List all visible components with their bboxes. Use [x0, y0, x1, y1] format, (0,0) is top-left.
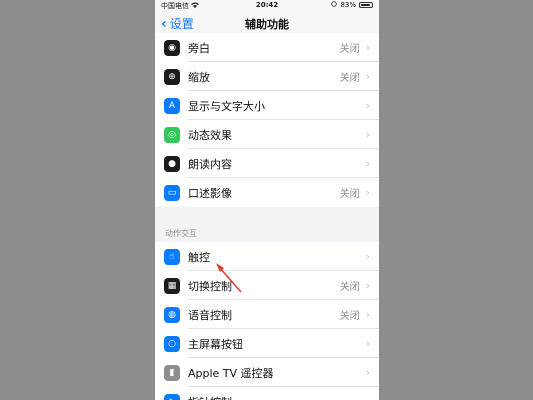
annotation-arrow — [216, 263, 242, 293]
